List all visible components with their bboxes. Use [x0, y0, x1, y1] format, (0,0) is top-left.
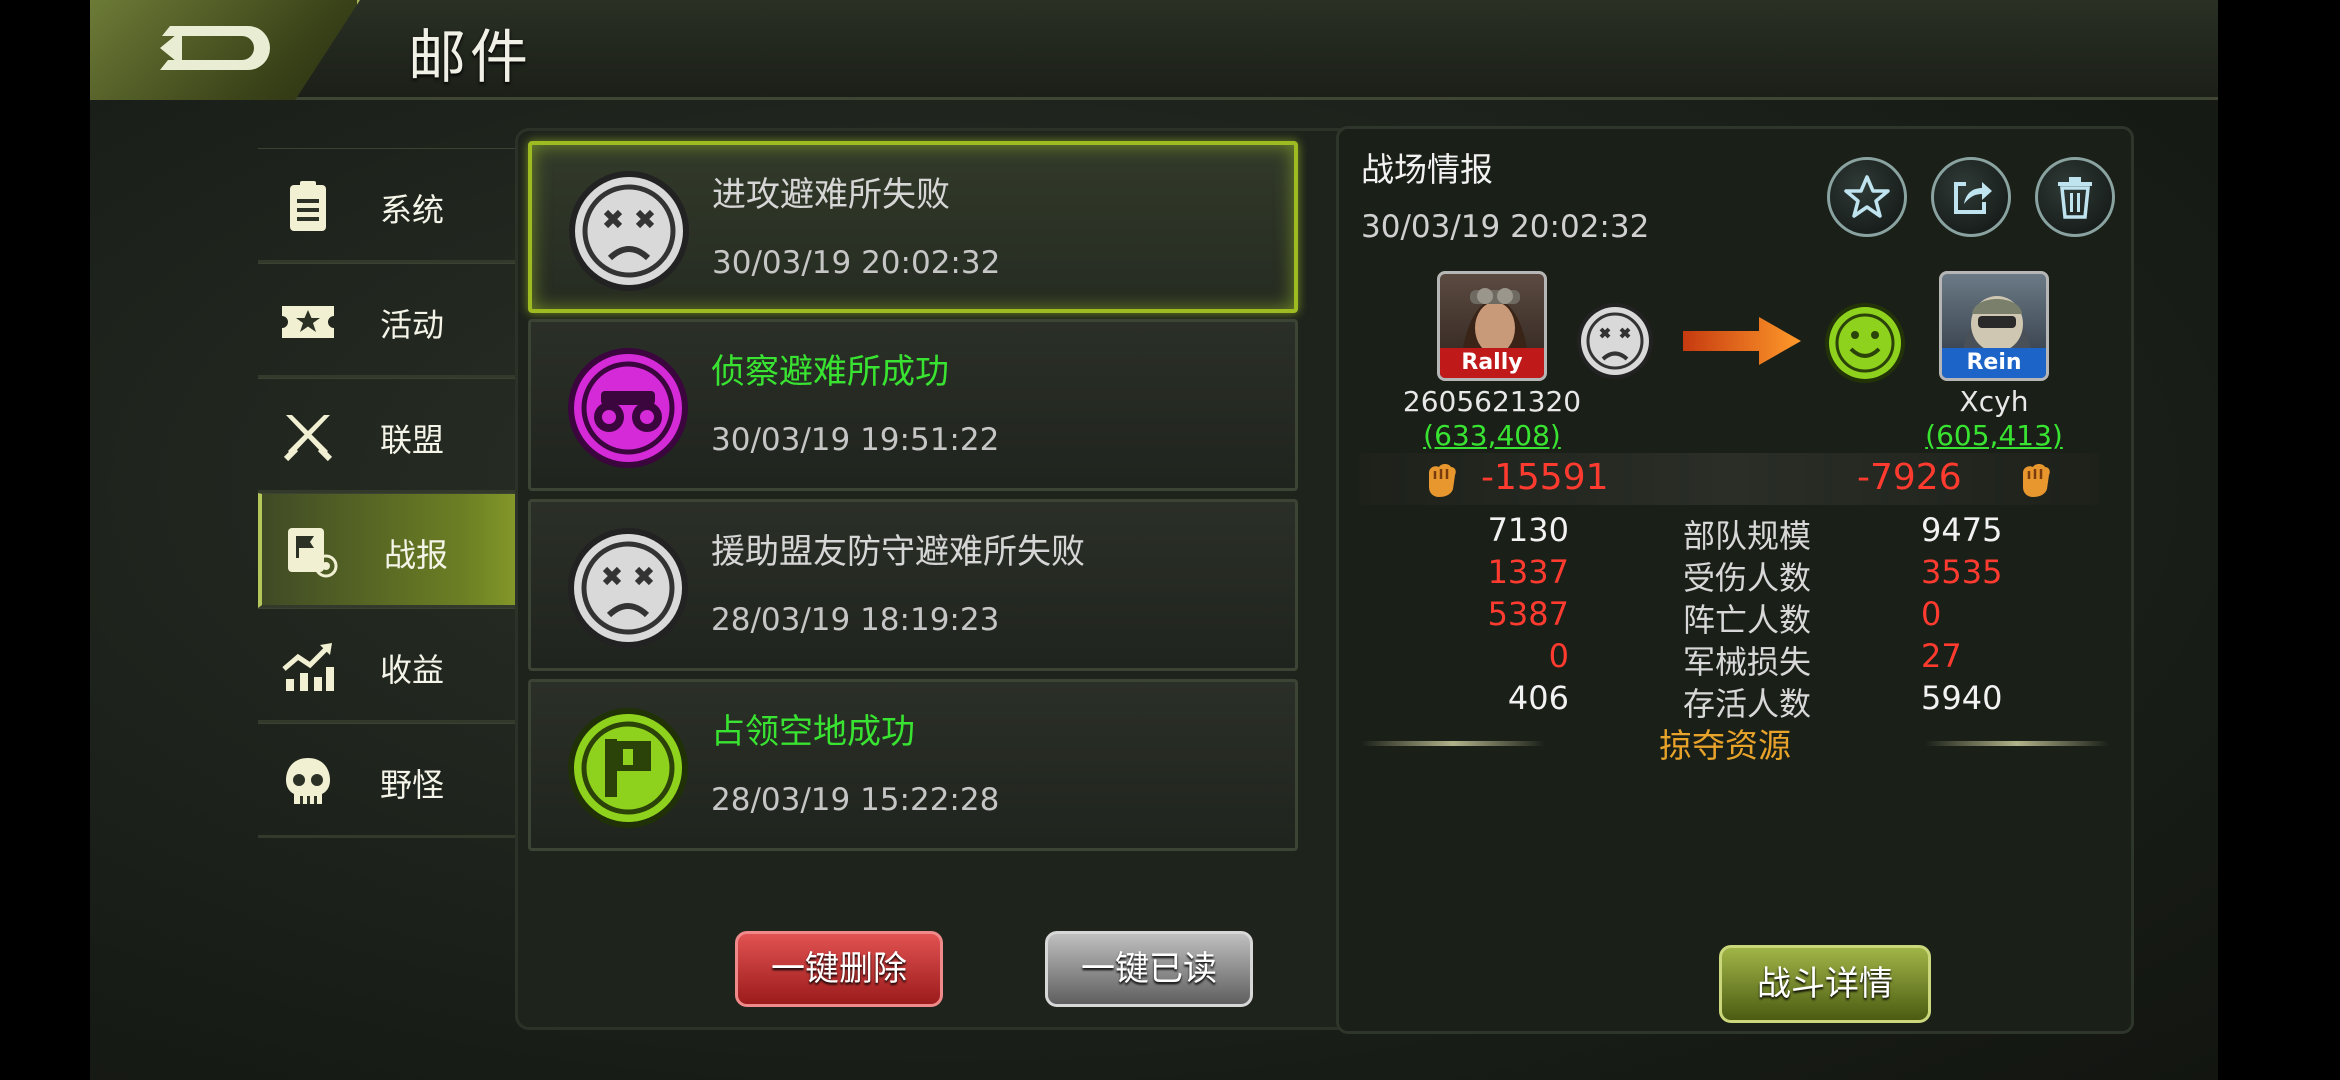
rein-tag: Rein	[1942, 348, 2046, 378]
fist-icon	[1429, 464, 1456, 497]
stat-label: 受伤人数	[1683, 559, 1812, 597]
mail-time: 28/03/19 15:22:28	[711, 782, 1000, 818]
game-viewport: 邮件 系统 活动 联盟 战报 收益 野怪 进攻避难所失败 30/03/19 20…	[90, 0, 2218, 1080]
defender-avatar[interactable]: Rein	[1939, 271, 2049, 381]
defender-power[interactable]: (605,413)	[1894, 419, 2094, 452]
mail-time: 28/03/19 18:19:23	[711, 602, 1000, 638]
system-nav-bar	[2218, 0, 2340, 1080]
crossed-swords-icon	[283, 415, 333, 462]
fist-icon	[2023, 464, 2050, 497]
list-item[interactable]: 占领空地成功 28/03/19 15:22:28	[528, 679, 1298, 851]
mail-title: 侦察避难所成功	[711, 352, 949, 392]
top-bar: 邮件	[90, 0, 2218, 100]
defender-value: 3535	[1921, 553, 2003, 591]
delete-report-button[interactable]	[2035, 157, 2115, 237]
stat-row-killed: 5387 阵亡人数 0	[1339, 595, 2137, 639]
mail-title: 占领空地成功	[711, 712, 915, 752]
stat-label: 军械损失	[1683, 643, 1812, 681]
mail-time: 30/03/19 19:51:22	[711, 422, 1000, 458]
defender-loss: -7926	[1857, 457, 1962, 498]
share-button[interactable]	[1931, 157, 2011, 237]
attacker-loss: -15591	[1481, 457, 1609, 498]
sidebar-item-label: 联盟	[380, 421, 445, 459]
report-title: 战场情报	[1361, 150, 1493, 189]
attacker-avatar[interactable]: Rally	[1437, 271, 1547, 381]
list-item[interactable]: 援助盟友防守避难所失败 28/03/19 18:19:23	[528, 499, 1298, 671]
sidebar-item-label: 战报	[384, 536, 449, 574]
ticket-star-icon	[282, 306, 334, 338]
report-time: 30/03/19 20:02:32	[1361, 209, 1650, 245]
loss-summary-band: -15591 -7926	[1359, 453, 2099, 505]
sidebar-item-label: 野怪	[380, 766, 445, 804]
defender-value: 27	[1921, 637, 1962, 675]
sad-face-icon	[569, 171, 689, 291]
screen: 邮件 系统 活动 联盟 战报 收益 野怪 进攻避难所失败 30/03/19 20…	[0, 0, 2340, 1080]
defender-value: 5940	[1921, 679, 2003, 717]
divider	[1925, 741, 2109, 746]
attacker-value: 5387	[1487, 595, 1569, 633]
stat-row-ordnance-loss: 0 军械损失 27	[1339, 637, 2137, 681]
attacker-name: 2605621320	[1402, 385, 1582, 418]
mail-time: 30/03/19 20:02:32	[712, 245, 1001, 281]
flag-icon	[568, 708, 688, 828]
back-arrow-icon	[160, 26, 270, 70]
attacker-value: 7130	[1487, 511, 1569, 549]
sidebar-item-label: 系统	[380, 191, 445, 229]
list-item[interactable]: 侦察避难所成功 30/03/19 19:51:22	[528, 319, 1298, 491]
right-arrow-icon	[1683, 317, 1801, 365]
favorite-button[interactable]	[1827, 157, 1907, 237]
mail-title: 进攻避难所失败	[712, 175, 950, 215]
loot-title: 掠夺资源	[1659, 726, 1791, 765]
growth-chart-icon	[282, 643, 334, 691]
list-item[interactable]: 进攻避难所失败 30/03/19 20:02:32	[528, 141, 1298, 313]
defender-name: Xcyh	[1959, 385, 2029, 418]
sad-face-icon	[568, 528, 688, 648]
stat-row-survivors: 406 存活人数 5940	[1339, 679, 2137, 723]
skull-icon	[286, 758, 330, 804]
trash-icon	[2058, 177, 2092, 219]
page-title: 邮件	[408, 23, 533, 91]
attacker-power[interactable]: (633,408)	[1392, 419, 1592, 452]
mail-title: 援助盟友防守避难所失败	[711, 532, 1085, 572]
share-icon	[1954, 182, 1992, 214]
binoculars-icon	[568, 348, 688, 468]
battle-details-button[interactable]: 战斗详情	[1719, 945, 1931, 1023]
back-button[interactable]	[90, 0, 360, 100]
delete-all-button[interactable]: 一键删除	[735, 931, 943, 1007]
defender-value: 0	[1921, 595, 1942, 633]
mail-list-panel: 进攻避难所失败 30/03/19 20:02:32 侦察避难所成功 30/03/…	[515, 128, 1395, 1030]
battle-report-panel: 战场情报 30/03/19 20:02:32 Rally 2605621320 …	[1336, 126, 2134, 1034]
attacker-value: 0	[1548, 637, 1569, 675]
rally-tag: Rally	[1440, 348, 1544, 378]
defender-value: 9475	[1921, 511, 2003, 549]
star-icon	[1844, 175, 1890, 218]
defeat-face-icon	[1577, 303, 1653, 379]
stat-label: 部队规模	[1683, 517, 1812, 555]
stat-row-wounded: 1337 受伤人数 3535	[1339, 553, 2137, 597]
attacker-value: 406	[1507, 679, 1569, 717]
sidebar-item-label: 活动	[380, 306, 445, 344]
clipboard-icon	[290, 181, 326, 231]
attacker-value: 1337	[1487, 553, 1569, 591]
mark-all-read-button[interactable]: 一键已读	[1045, 931, 1253, 1007]
stat-label: 阵亡人数	[1683, 601, 1812, 639]
victory-face-icon	[1825, 303, 1905, 383]
divider	[1361, 741, 1545, 746]
report-flag-icon	[288, 528, 338, 578]
stat-row-troop-size: 7130 部队规模 9475	[1339, 511, 2137, 555]
sidebar-item-label: 收益	[380, 651, 445, 689]
